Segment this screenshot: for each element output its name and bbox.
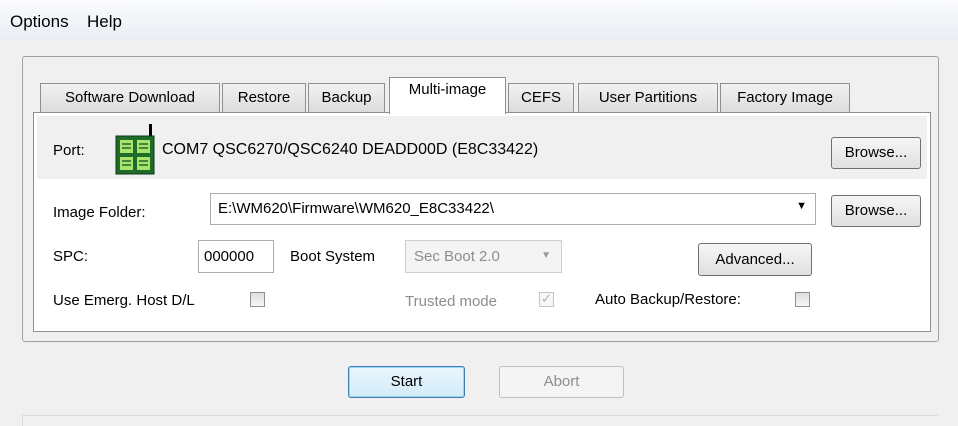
tab-software-download[interactable]: Software Download: [40, 83, 220, 112]
tab-cefs[interactable]: CEFS: [508, 83, 574, 112]
emerg-host-checkbox[interactable]: [250, 292, 265, 307]
trusted-mode-label: Trusted mode: [405, 293, 497, 310]
spc-value: 000000: [204, 248, 255, 265]
status-area: [0, 405, 958, 426]
tab-multi-image[interactable]: Multi-image: [389, 77, 506, 114]
spc-label: SPC:: [53, 248, 89, 265]
boot-system-label: Boot System: [290, 248, 376, 265]
auto-backup-label: Auto Backup/Restore:: [595, 291, 741, 308]
emerg-host-label: Use Emerg. Host D/L: [53, 292, 195, 309]
image-folder-combobox[interactable]: E:\WM620\Firmware\WM620_E8C33422\ ▼: [210, 193, 816, 225]
abort-button: Abort: [499, 366, 624, 398]
dropdown-arrow-icon: ▼: [541, 250, 551, 261]
menu-options[interactable]: Options: [10, 12, 69, 32]
port-label: Port:: [53, 142, 85, 159]
menu-bar: Options Help: [0, 0, 958, 40]
menu-help[interactable]: Help: [87, 12, 122, 32]
port-value: COM7 QSC6270/QSC6240 DEADD00D (E8C33422): [162, 141, 539, 158]
start-button[interactable]: Start: [348, 366, 465, 398]
tab-user-partitions[interactable]: User Partitions: [578, 83, 718, 112]
tab-restore[interactable]: Restore: [222, 83, 306, 112]
image-folder-value: E:\WM620\Firmware\WM620_E8C33422\: [218, 200, 494, 217]
phone-device-icon: [114, 124, 156, 180]
boot-system-value: Sec Boot 2.0: [414, 248, 500, 265]
port-browse-button[interactable]: Browse...: [831, 137, 921, 169]
image-folder-label: Image Folder:: [53, 204, 146, 221]
tab-backup[interactable]: Backup: [308, 83, 385, 112]
boot-system-select: Sec Boot 2.0 ▼: [405, 240, 562, 273]
spc-input[interactable]: 000000: [198, 240, 274, 273]
checkmark-icon: ✓: [541, 291, 552, 306]
tab-factory-image[interactable]: Factory Image: [720, 83, 850, 112]
image-folder-browse-button[interactable]: Browse...: [831, 195, 921, 227]
advanced-button[interactable]: Advanced...: [698, 243, 812, 276]
dropdown-arrow-icon[interactable]: ▼: [796, 200, 807, 212]
trusted-mode-checkbox: ✓: [539, 291, 554, 307]
auto-backup-checkbox[interactable]: [795, 292, 810, 307]
